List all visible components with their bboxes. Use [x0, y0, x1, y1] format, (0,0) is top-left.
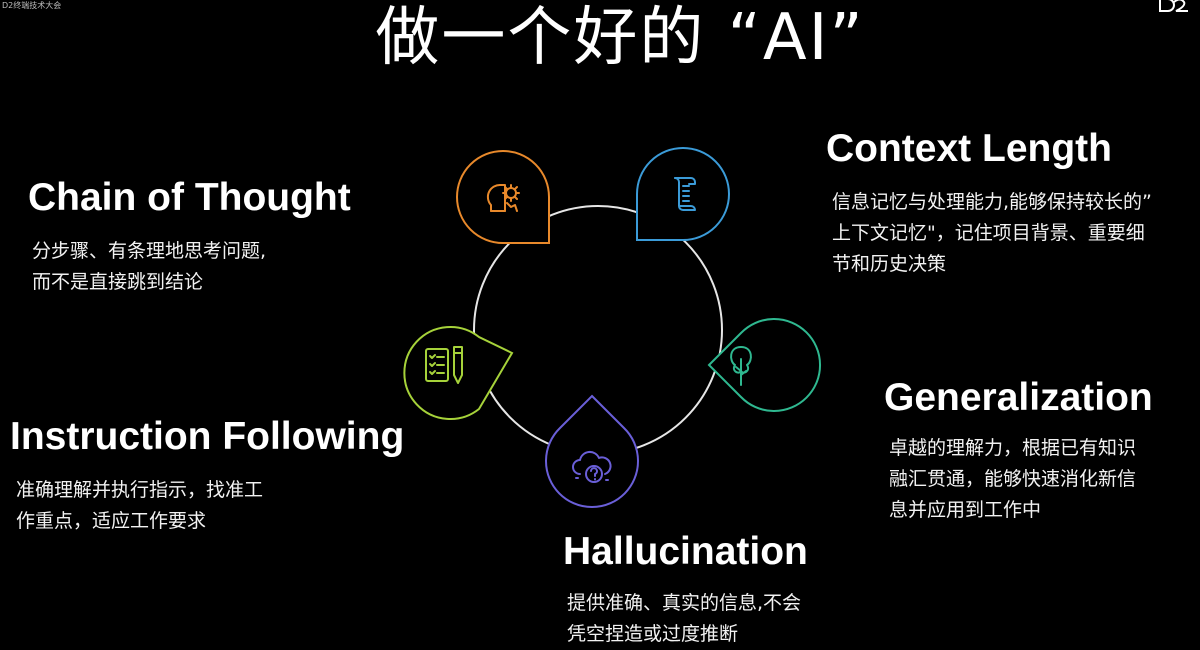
pin-generalization [707, 318, 821, 412]
desc-line: 作重点，适应工作要求 [16, 510, 207, 532]
pin-hallucination [545, 394, 639, 508]
desc-line: 息并应用到工作中 [889, 499, 1042, 521]
desc-line: 提供准确、真实的信息,不会 [567, 592, 802, 614]
desc-line: 凭空捏造或过度推断 [567, 623, 739, 645]
pin-context-length [636, 147, 730, 241]
desc-hallucination: 提供准确、真实的信息,不会 凭空捏造或过度推断 [567, 588, 801, 650]
heading-hallucination: Hallucination [563, 530, 808, 573]
desc-generalization: 卓越的理解力，根据已有知识 融汇贯通，能够快速消化新信 息并应用到工作中 [889, 433, 1136, 526]
desc-line: 卓越的理解力，根据已有知识 [889, 437, 1137, 459]
desc-line: 而不是直接跳到结论 [32, 271, 204, 293]
desc-line: 信息记忆与处理能力,能够保持较长的” [832, 191, 1152, 213]
pin-instruction-following [403, 326, 514, 420]
desc-line: 准确理解并执行指示，找准工 [16, 479, 264, 501]
desc-line: 融汇贯通，能够快速消化新信 [889, 468, 1137, 490]
desc-line: 分步骤、有条理地思考问题, [32, 240, 267, 262]
desc-context-length: 信息记忆与处理能力,能够保持较长的” 上下文记忆"，记住项目背景、重要细 节和历… [832, 187, 1152, 280]
desc-line: 节和历史决策 [832, 253, 947, 275]
pin-chain-of-thought [456, 150, 550, 244]
heading-context-length: Context Length [826, 127, 1112, 170]
desc-chain-of-thought: 分步骤、有条理地思考问题, 而不是直接跳到结论 [32, 236, 266, 298]
heading-chain-of-thought: Chain of Thought [28, 176, 351, 219]
desc-instruction-following: 准确理解并执行指示，找准工 作重点，适应工作要求 [16, 475, 263, 537]
heading-generalization: Generalization [884, 376, 1153, 419]
heading-instruction-following: Instruction Following [10, 415, 405, 458]
desc-line: 上下文记忆"，记住项目背景、重要细 [832, 222, 1145, 244]
